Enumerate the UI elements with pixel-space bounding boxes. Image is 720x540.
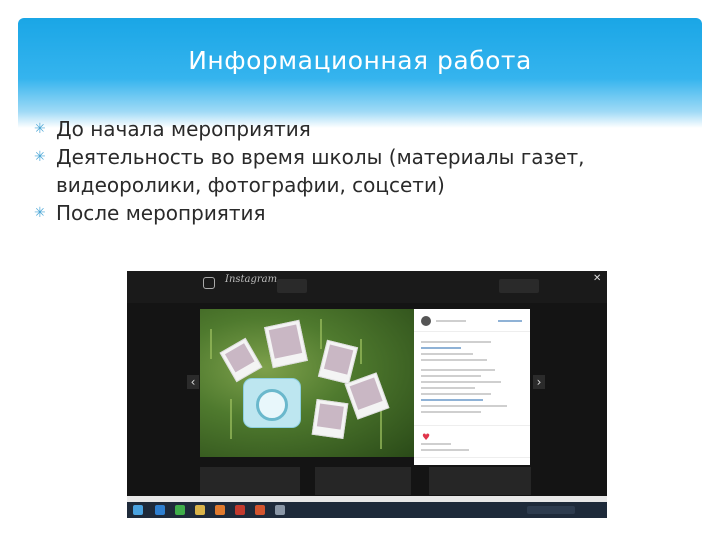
mail-icon[interactable] xyxy=(235,505,245,515)
post-comments-panel: ♥ xyxy=(414,309,530,465)
instagram-logo: Instagram xyxy=(225,274,278,285)
media-icon[interactable] xyxy=(215,505,225,515)
polaroid-photo xyxy=(264,319,308,369)
bullet-text: Деятельность во время школы (материалы г… xyxy=(56,145,585,197)
instagram-screenshot: Instagram ✕ ‹ › ♥ xyxy=(127,271,607,518)
slide-title: Информационная работа xyxy=(188,46,532,75)
system-tray xyxy=(527,506,575,514)
instant-camera xyxy=(244,379,300,427)
avatar xyxy=(421,316,431,326)
windows-icon[interactable] xyxy=(133,505,143,515)
bullet-text: После мероприятия xyxy=(56,201,266,225)
asterisk-bullet-icon: ✳ xyxy=(34,121,46,137)
close-icon[interactable]: ✕ xyxy=(593,273,601,284)
search-box xyxy=(277,279,307,293)
folder-icon[interactable] xyxy=(195,505,205,515)
nav-icons xyxy=(499,279,539,293)
bullet-item: ✳ До начала мероприятия xyxy=(34,115,634,143)
bullet-text: До начала мероприятия xyxy=(56,117,311,141)
instagram-camera-icon xyxy=(203,277,215,289)
chrome-icon[interactable] xyxy=(175,505,185,515)
polaroid-photo xyxy=(219,337,263,383)
windows-taskbar xyxy=(127,502,607,518)
polaroid-photo xyxy=(344,372,390,420)
bullet-list: ✳ До начала мероприятия ✳ Деятельность в… xyxy=(34,115,634,227)
next-arrow-icon[interactable]: › xyxy=(533,375,545,389)
polaroid-photo xyxy=(311,398,349,440)
thumbnail xyxy=(200,467,300,495)
settings-icon[interactable] xyxy=(275,505,285,515)
thumbnail xyxy=(429,467,531,495)
post-photo xyxy=(200,309,414,457)
prev-arrow-icon[interactable]: ‹ xyxy=(187,375,199,389)
powerpoint-icon[interactable] xyxy=(255,505,265,515)
bullet-item: ✳ После мероприятия xyxy=(34,199,634,227)
asterisk-bullet-icon: ✳ xyxy=(34,205,46,221)
ie-icon[interactable] xyxy=(155,505,165,515)
like-heart-icon[interactable]: ♥ xyxy=(422,433,430,443)
polaroid-photo xyxy=(317,339,359,385)
bullet-item: ✳ Деятельность во время школы (материалы… xyxy=(34,143,634,199)
thumbnail xyxy=(315,467,411,495)
asterisk-bullet-icon: ✳ xyxy=(34,149,46,165)
